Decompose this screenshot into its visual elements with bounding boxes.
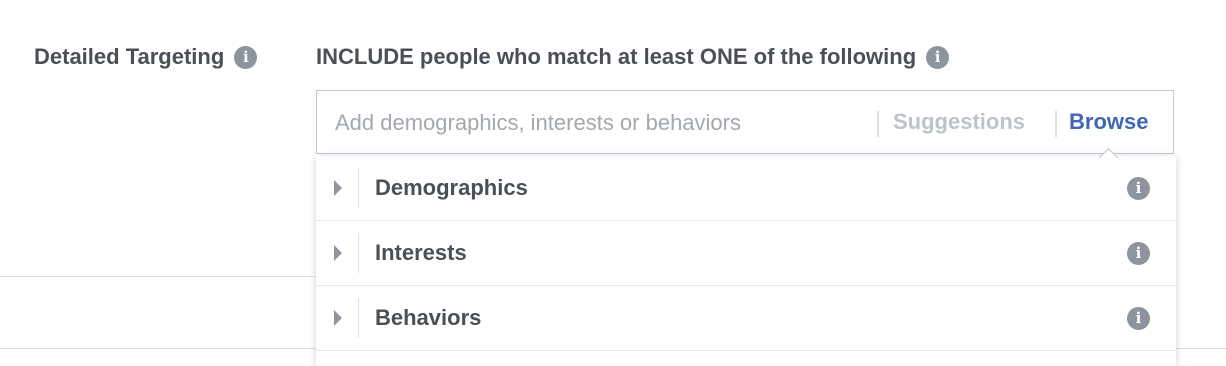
divider xyxy=(877,111,879,137)
info-icon[interactable]: i xyxy=(234,45,258,69)
suggestions-tab[interactable]: Suggestions xyxy=(893,109,1025,135)
include-header: INCLUDE people who match at least ONE of… xyxy=(316,44,950,70)
divider xyxy=(358,233,359,273)
divider xyxy=(1055,111,1057,137)
include-text: INCLUDE people who match at least ONE of… xyxy=(316,44,917,69)
browse-tab[interactable]: Browse xyxy=(1069,109,1148,135)
chevron-right-icon[interactable] xyxy=(334,180,342,196)
targeting-search-input[interactable] xyxy=(333,91,877,155)
divider xyxy=(358,298,359,338)
info-icon[interactable]: i xyxy=(1127,177,1150,200)
info-icon[interactable]: i xyxy=(1127,307,1150,330)
dropdown-item-behaviors[interactable]: Behaviors i xyxy=(316,286,1176,351)
chevron-right-icon[interactable] xyxy=(334,310,342,326)
section-divider xyxy=(0,276,316,277)
targeting-search-box: Suggestions Browse xyxy=(316,90,1174,155)
dropdown-item-interests[interactable]: Interests i xyxy=(316,221,1176,286)
dropdown-item-label: Interests xyxy=(375,240,467,265)
detailed-targeting-label-row: Detailed Targeting i xyxy=(34,44,258,70)
info-icon[interactable]: i xyxy=(926,45,950,69)
dropdown-item-demographics[interactable]: Demographics i xyxy=(316,156,1176,221)
browse-dropdown: Demographics i Interests i Behaviors i xyxy=(316,156,1176,366)
info-icon[interactable]: i xyxy=(1127,242,1150,265)
dropdown-item-label: Demographics xyxy=(375,175,528,200)
detailed-targeting-label: Detailed Targeting xyxy=(34,44,225,69)
chevron-right-icon[interactable] xyxy=(334,245,342,261)
divider xyxy=(358,168,359,208)
dropdown-item-label: Behaviors xyxy=(375,305,482,330)
browse-caret xyxy=(1096,146,1120,158)
